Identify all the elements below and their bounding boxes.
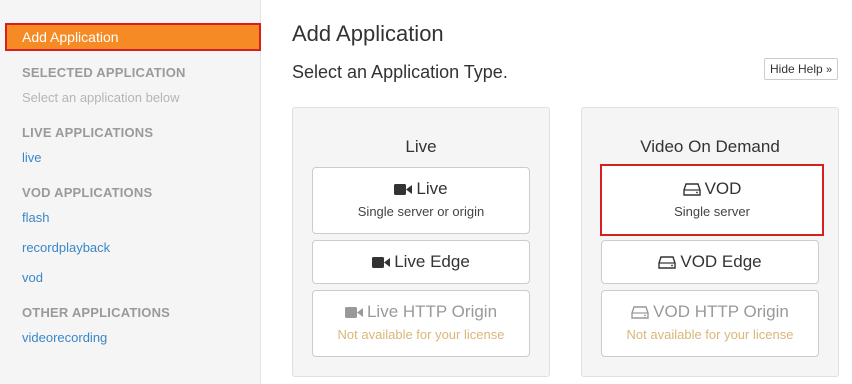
live-panel: Live Live Single server or origin Live E… — [292, 107, 550, 377]
vod-panel: Video On Demand VOD Single server VOD Ed… — [581, 107, 839, 377]
vod-edge-card-name: VOD Edge — [680, 252, 762, 271]
add-application-nav-item[interactable]: Add Application — [5, 23, 261, 51]
live-applications-header: LIVE APPLICATIONS — [22, 125, 154, 140]
sidebar: Add Application SELECTED APPLICATION Sel… — [0, 0, 261, 384]
page-title: Add Application — [292, 21, 444, 46]
video-camera-icon — [394, 183, 413, 195]
video-camera-icon — [344, 306, 363, 318]
live-card-name: Live — [416, 179, 448, 198]
selected-application-hint: Select an application below — [22, 90, 180, 105]
vod-http-origin-card-description: Not available for your license — [626, 326, 794, 342]
vod-http-origin-card: VOD HTTP Origin Not available for your l… — [601, 290, 819, 357]
vod-applications-header: VOD APPLICATIONS — [22, 185, 153, 200]
hide-help-label: Hide Help — [770, 62, 823, 76]
other-applications-header: OTHER APPLICATIONS — [22, 305, 171, 320]
selected-application-header: SELECTED APPLICATION — [22, 65, 186, 80]
sidebar-app-flash[interactable]: flash — [22, 210, 49, 225]
live-card-description: Single server or origin — [357, 203, 485, 219]
vod-card-description: Single server — [674, 203, 750, 219]
live-http-origin-card-description: Not available for your license — [337, 326, 505, 342]
hide-help-button[interactable]: Hide Help » — [764, 58, 839, 80]
live-edge-card[interactable]: Live Edge — [312, 240, 530, 284]
vod-edge-card[interactable]: VOD Edge — [601, 240, 819, 284]
sidebar-app-live[interactable]: live — [22, 150, 42, 165]
hard-drive-icon — [658, 255, 677, 269]
vod-panel-title: Video On Demand — [640, 137, 780, 156]
sidebar-app-recordplayback[interactable]: recordplayback — [22, 240, 110, 255]
live-panel-title: Live — [405, 137, 437, 156]
vod-http-origin-card-name: VOD HTTP Origin — [653, 302, 789, 321]
vod-card-name: VOD — [704, 179, 742, 198]
live-card[interactable]: Live Single server or origin — [312, 167, 530, 234]
video-camera-icon — [372, 256, 391, 268]
hard-drive-icon — [631, 305, 649, 319]
sidebar-app-videorecording[interactable]: videorecording — [22, 330, 107, 345]
live-edge-card-name: Live Edge — [394, 252, 470, 271]
hard-drive-icon — [682, 182, 701, 196]
page-subtitle: Select an Application Type. — [292, 62, 508, 82]
sidebar-app-vod[interactable]: vod — [22, 270, 43, 285]
vod-card[interactable]: VOD Single server — [600, 164, 824, 236]
live-http-origin-card-name: Live HTTP Origin — [366, 302, 498, 321]
live-http-origin-card: Live HTTP Origin Not available for your … — [312, 290, 530, 357]
double-chevron-right-icon: » — [826, 64, 833, 76]
